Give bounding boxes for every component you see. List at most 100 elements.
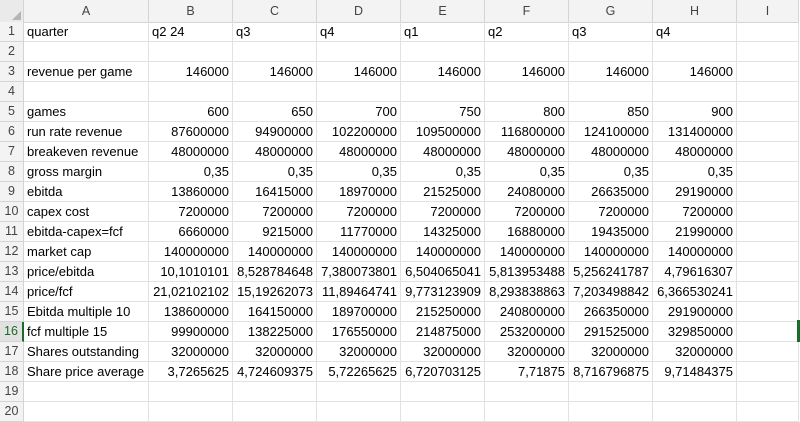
- cell-e12[interactable]: 140000000: [401, 242, 485, 262]
- cell-b13[interactable]: 10,1010101: [149, 262, 233, 282]
- cell-i8[interactable]: [737, 162, 799, 182]
- cell-c9[interactable]: 16415000: [233, 182, 317, 202]
- cell-b4[interactable]: [149, 82, 233, 102]
- cell-b18[interactable]: 3,7265625: [149, 362, 233, 382]
- cell-a18[interactable]: Share price average: [24, 362, 149, 382]
- cell-a19[interactable]: [24, 382, 149, 402]
- cell-i1[interactable]: [737, 22, 799, 42]
- cell-c10[interactable]: 7200000: [233, 202, 317, 222]
- row-header-19[interactable]: 19: [0, 382, 24, 402]
- cell-g7[interactable]: 48000000: [569, 142, 653, 162]
- cell-h20[interactable]: [653, 402, 737, 422]
- cell-i7[interactable]: [737, 142, 799, 162]
- cell-a11[interactable]: ebitda-capex=fcf: [24, 222, 149, 242]
- cell-e20[interactable]: [401, 402, 485, 422]
- column-header-e[interactable]: E: [401, 0, 485, 22]
- cell-i14[interactable]: [737, 282, 799, 302]
- cell-a8[interactable]: gross margin: [24, 162, 149, 182]
- row-header-3[interactable]: 3: [0, 62, 24, 82]
- cell-g14[interactable]: 7,203498842: [569, 282, 653, 302]
- row-header-17[interactable]: 17: [0, 342, 24, 362]
- cell-a10[interactable]: capex cost: [24, 202, 149, 222]
- cell-h18[interactable]: 9,71484375: [653, 362, 737, 382]
- cell-d12[interactable]: 140000000: [317, 242, 401, 262]
- cell-d16[interactable]: 176550000: [317, 322, 401, 342]
- cell-a20[interactable]: [24, 402, 149, 422]
- cell-h9[interactable]: 29190000: [653, 182, 737, 202]
- cell-g16[interactable]: 291525000: [569, 322, 653, 342]
- cell-a4[interactable]: [24, 82, 149, 102]
- row-header-7[interactable]: 7: [0, 142, 24, 162]
- cell-g9[interactable]: 26635000: [569, 182, 653, 202]
- cell-i18[interactable]: [737, 362, 799, 382]
- cell-a9[interactable]: ebitda: [24, 182, 149, 202]
- cell-e13[interactable]: 6,504065041: [401, 262, 485, 282]
- cell-c19[interactable]: [233, 382, 317, 402]
- cell-b14[interactable]: 21,02102102: [149, 282, 233, 302]
- column-header-b[interactable]: B: [149, 0, 233, 22]
- cell-d20[interactable]: [317, 402, 401, 422]
- cell-e5[interactable]: 750: [401, 102, 485, 122]
- cell-b17[interactable]: 32000000: [149, 342, 233, 362]
- cell-a3[interactable]: revenue per game: [24, 62, 149, 82]
- row-header-18[interactable]: 18: [0, 362, 24, 382]
- cell-e11[interactable]: 14325000: [401, 222, 485, 242]
- cell-f18[interactable]: 7,71875: [485, 362, 569, 382]
- cell-g10[interactable]: 7200000: [569, 202, 653, 222]
- row-header-11[interactable]: 11: [0, 222, 24, 242]
- cell-c14[interactable]: 15,19262073: [233, 282, 317, 302]
- cell-i9[interactable]: [737, 182, 799, 202]
- cell-f15[interactable]: 240800000: [485, 302, 569, 322]
- cell-i19[interactable]: [737, 382, 799, 402]
- cell-a16[interactable]: fcf multiple 15: [24, 322, 149, 342]
- cell-e7[interactable]: 48000000: [401, 142, 485, 162]
- column-header-c[interactable]: C: [233, 0, 317, 22]
- row-header-16[interactable]: 16: [0, 322, 24, 342]
- cell-c12[interactable]: 140000000: [233, 242, 317, 262]
- cell-i10[interactable]: [737, 202, 799, 222]
- cell-a7[interactable]: breakeven revenue: [24, 142, 149, 162]
- cell-c6[interactable]: 94900000: [233, 122, 317, 142]
- cell-i6[interactable]: [737, 122, 799, 142]
- cell-e17[interactable]: 32000000: [401, 342, 485, 362]
- cell-f17[interactable]: 32000000: [485, 342, 569, 362]
- cell-d5[interactable]: 700: [317, 102, 401, 122]
- column-header-d[interactable]: D: [317, 0, 401, 22]
- cell-f3[interactable]: 146000: [485, 62, 569, 82]
- cell-b12[interactable]: 140000000: [149, 242, 233, 262]
- cell-h6[interactable]: 131400000: [653, 122, 737, 142]
- cell-e3[interactable]: 146000: [401, 62, 485, 82]
- cell-c2[interactable]: [233, 42, 317, 62]
- cell-b16[interactable]: 99900000: [149, 322, 233, 342]
- cell-h5[interactable]: 900: [653, 102, 737, 122]
- cell-b10[interactable]: 7200000: [149, 202, 233, 222]
- cell-c5[interactable]: 650: [233, 102, 317, 122]
- cell-d9[interactable]: 18970000: [317, 182, 401, 202]
- cell-g20[interactable]: [569, 402, 653, 422]
- cell-d14[interactable]: 11,89464741: [317, 282, 401, 302]
- cell-c3[interactable]: 146000: [233, 62, 317, 82]
- cell-h14[interactable]: 6,366530241: [653, 282, 737, 302]
- cell-g4[interactable]: [569, 82, 653, 102]
- cell-f20[interactable]: [485, 402, 569, 422]
- cell-b15[interactable]: 138600000: [149, 302, 233, 322]
- cell-g2[interactable]: [569, 42, 653, 62]
- cell-f2[interactable]: [485, 42, 569, 62]
- cell-c18[interactable]: 4,724609375: [233, 362, 317, 382]
- cell-f5[interactable]: 800: [485, 102, 569, 122]
- row-header-5[interactable]: 5: [0, 102, 24, 122]
- row-header-1[interactable]: 1: [0, 22, 24, 42]
- cell-e9[interactable]: 21525000: [401, 182, 485, 202]
- cell-b5[interactable]: 600: [149, 102, 233, 122]
- cell-e18[interactable]: 6,720703125: [401, 362, 485, 382]
- cell-d19[interactable]: [317, 382, 401, 402]
- cell-h10[interactable]: 7200000: [653, 202, 737, 222]
- cell-e2[interactable]: [401, 42, 485, 62]
- cell-b6[interactable]: 87600000: [149, 122, 233, 142]
- cell-a1[interactable]: quarter: [24, 22, 149, 42]
- cell-h7[interactable]: 48000000: [653, 142, 737, 162]
- cell-c11[interactable]: 9215000: [233, 222, 317, 242]
- cell-d15[interactable]: 189700000: [317, 302, 401, 322]
- cell-i3[interactable]: [737, 62, 799, 82]
- cell-e19[interactable]: [401, 382, 485, 402]
